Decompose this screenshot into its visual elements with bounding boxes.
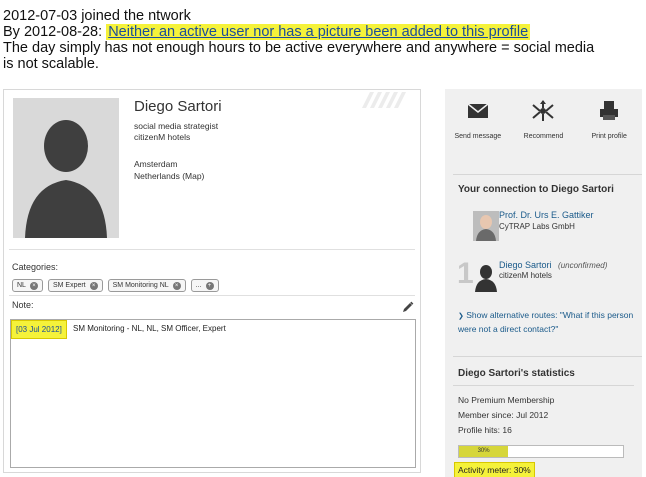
decorative-stripes-icon — [362, 92, 406, 108]
add-tag-icon[interactable]: + — [205, 281, 214, 290]
print-profile-button[interactable]: Print profile — [579, 99, 639, 174]
connection-title: Your connection to Diego Sartori — [458, 184, 614, 195]
share-icon — [532, 100, 555, 121]
category-tag[interactable]: SM Expert × — [47, 279, 103, 292]
annotation-highlight: Neither an active user nor has a picture… — [106, 24, 531, 40]
sidebar: Send message Recommend Print profile You… — [445, 89, 642, 477]
profile-panel: Diego Sartori social media strategist ci… — [3, 89, 421, 473]
alternative-routes-text: Show alternative routes: "What if this p… — [458, 310, 634, 334]
section-divider — [9, 249, 415, 250]
contact-photo[interactable] — [473, 211, 499, 241]
remove-tag-icon[interactable]: × — [29, 281, 38, 290]
category-tags: NL × SM Expert × SM Monitoring NL × ... + — [12, 279, 219, 292]
annotation-line-2-prefix: By 2012-08-28: — [3, 24, 107, 40]
note-text: SM Monitoring - NL, NL, SM Officer, Expe… — [73, 324, 226, 333]
tag-label: ... — [195, 282, 202, 289]
sidebar-divider — [453, 174, 642, 175]
categories-label: Categories: — [12, 262, 59, 272]
contact-2-row: Diego Sartori (unconfirmed) — [499, 260, 607, 270]
connection-degree: 1 — [457, 257, 474, 290]
contact-photo-image — [473, 211, 499, 241]
section-divider — [9, 295, 415, 296]
statistics-title: Diego Sartori's statistics — [458, 368, 575, 379]
annotation-text: 2012-07-03 joined the ntwork By 2012-08-… — [3, 8, 643, 72]
recommend-label: Recommend — [523, 133, 564, 140]
contact-2-name[interactable]: Diego Sartori — [499, 260, 552, 270]
activity-meter: 30% — [458, 445, 624, 458]
send-message-label: Send message — [454, 133, 502, 140]
sidebar-divider — [453, 385, 634, 386]
profile-country-map-link[interactable]: Netherlands (Map) — [134, 171, 204, 181]
contact-2-silhouette — [473, 262, 499, 292]
more-tags-button[interactable]: ... + — [190, 279, 219, 292]
contact-2-status: (unconfirmed) — [558, 261, 608, 270]
printer-icon — [600, 101, 619, 120]
edit-pencil-icon[interactable] — [402, 301, 414, 313]
remove-tag-icon[interactable]: × — [89, 281, 98, 290]
profile-hits: Profile hits: 16 — [458, 425, 512, 435]
silhouette-icon — [13, 98, 119, 238]
avatar-placeholder — [13, 98, 119, 238]
print-profile-label: Print profile — [591, 133, 627, 140]
silhouette-icon — [475, 265, 497, 292]
member-since: Member since: Jul 2012 — [458, 410, 549, 420]
annotation-line-1: 2012-07-03 joined the ntwork — [3, 8, 191, 24]
send-message-button[interactable]: Send message — [448, 99, 508, 174]
profile-company: citizenM hotels — [134, 132, 191, 142]
annotation-line-4: is not scalable. — [3, 56, 99, 72]
category-tag[interactable]: NL × — [12, 279, 43, 292]
activity-meter-value: 30% — [477, 448, 490, 454]
membership-status: No Premium Membership — [458, 395, 555, 405]
tag-label: SM Expert — [52, 282, 86, 289]
recommend-button[interactable]: Recommend — [513, 99, 573, 174]
contact-2-company: citizenM hotels — [499, 271, 552, 280]
tag-label: NL — [17, 282, 26, 289]
category-tag[interactable]: SM Monitoring NL × — [107, 279, 186, 292]
profile-city: Amsterdam — [134, 159, 178, 169]
contact-1-company: CyTRAP Labs GmbH — [499, 222, 575, 231]
profile-title: social media strategist — [134, 121, 219, 131]
activity-meter-label: Activity meter: 30% — [454, 462, 535, 477]
note-date-highlight: [03 Jul 2012] — [11, 320, 67, 339]
envelope-icon — [467, 103, 489, 118]
note-label: Note: — [12, 300, 34, 310]
profile-name: Diego Sartori — [134, 98, 222, 115]
action-bar: Send message Recommend Print profile — [445, 89, 642, 174]
contact-1-name[interactable]: Prof. Dr. Urs E. Gattiker — [499, 210, 594, 220]
remove-tag-icon[interactable]: × — [172, 281, 181, 290]
chevron-right-icon: ❯ — [458, 313, 464, 320]
annotation-line-3: The day simply has not enough hours to b… — [3, 40, 595, 56]
alternative-routes-link[interactable]: ❯ Show alternative routes: "What if this… — [458, 309, 638, 335]
tag-label: SM Monitoring NL — [112, 282, 169, 289]
note-textarea[interactable]: [03 Jul 2012] SM Monitoring - NL, NL, SM… — [10, 319, 416, 468]
sidebar-divider — [453, 356, 642, 357]
annotation-line-2: By 2012-08-28: Neither an active user no… — [3, 24, 643, 40]
